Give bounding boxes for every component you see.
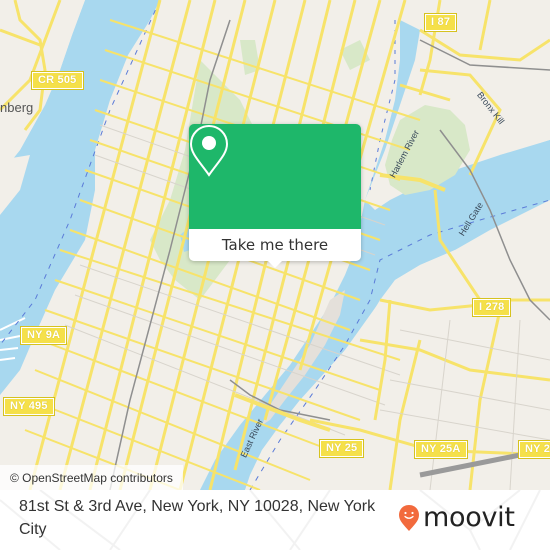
road-shield-ny25-right: NY 25 [517, 440, 550, 459]
popup-header [189, 124, 361, 229]
moovit-pin-icon [399, 504, 419, 531]
road-shield-ny9a: NY 9A [19, 326, 68, 345]
map-pin-icon [189, 124, 229, 177]
map-view[interactable]: nberg Harlem River Bronx Kill Hell Gate … [0, 0, 550, 490]
location-popup: Take me there [189, 124, 361, 268]
road-shield-ny25a: NY 25A [414, 440, 468, 459]
take-me-there-button[interactable]: Take me there [189, 229, 361, 261]
road-shield-ny495: NY 495 [3, 397, 55, 416]
moovit-logo[interactable]: moovit [398, 502, 515, 533]
address-text: 81st St & 3rd Ave, New York, NY 10028, N… [19, 498, 376, 538]
popup-tail [267, 260, 283, 268]
road-shield-i87: I 87 [423, 13, 458, 32]
road-shield-ny25: NY 25 [318, 439, 365, 458]
road-shield-cr505: CR 505 [31, 71, 84, 90]
moovit-logo-text: moovit [423, 502, 515, 533]
map-attribution[interactable]: © OpenStreetMap contributors [0, 465, 183, 490]
footer: 81st St & 3rd Ave, New York, NY 10028, N… [0, 490, 550, 550]
place-label-weehawken: nberg [0, 100, 34, 115]
road-shield-i278: I 278 [471, 298, 512, 317]
